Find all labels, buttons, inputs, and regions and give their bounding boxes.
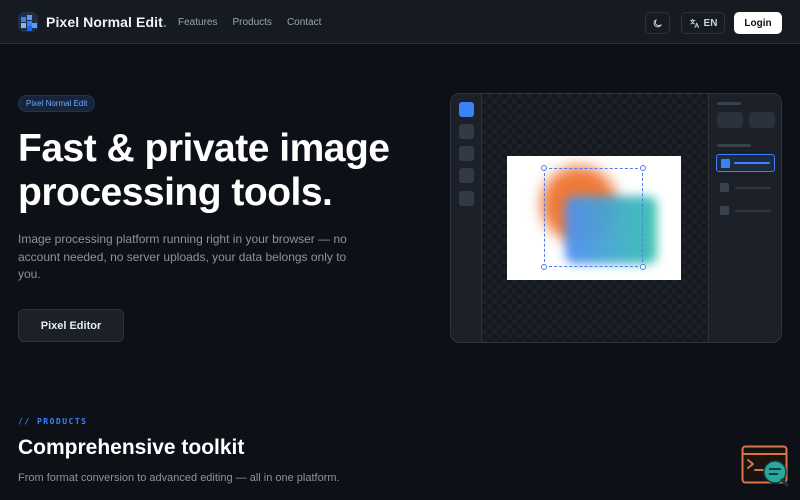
- selection-box: [541, 165, 646, 270]
- hero-description: Image processing platform running right …: [18, 232, 347, 281]
- chat-assistant-icon: [741, 445, 789, 487]
- resize-handle: [541, 165, 547, 171]
- pixel-logo-icon: [18, 12, 38, 32]
- chat-assistant-button[interactable]: [741, 445, 790, 487]
- resize-handle: [640, 264, 646, 270]
- property-card: [749, 112, 775, 128]
- brand-name: Pixel Normal Edit.: [46, 14, 167, 30]
- panel-heading-line: [717, 102, 741, 105]
- select-tool-icon: [459, 102, 474, 117]
- pixel-editor-button[interactable]: Pixel Editor: [18, 309, 124, 342]
- login-button[interactable]: Login: [734, 12, 782, 34]
- nav-link-features[interactable]: Features: [178, 17, 217, 28]
- section-subtitle: From format conversion to advanced editi…: [18, 472, 340, 484]
- section-eyebrow: // PRODUCTS: [18, 417, 88, 426]
- section-title: Comprehensive toolkit: [18, 436, 245, 459]
- brand[interactable]: Pixel Normal Edit.: [18, 12, 167, 32]
- nav-links: Features Products Contact: [178, 17, 321, 28]
- theme-toggle-button[interactable]: [645, 12, 670, 34]
- layer-item-active: [716, 154, 775, 172]
- tool-sidebar: [451, 94, 482, 342]
- resize-handle: [640, 165, 646, 171]
- nav-link-products[interactable]: Products: [232, 17, 271, 28]
- language-label: EN: [703, 17, 718, 29]
- moon-icon: [653, 18, 662, 27]
- properties-panel: [708, 94, 781, 342]
- property-card: [717, 112, 743, 128]
- navbar: Pixel Normal Edit. Features Products Con…: [0, 0, 800, 44]
- language-button[interactable]: EN: [681, 12, 725, 34]
- nav-link-contact[interactable]: Contact: [287, 17, 321, 28]
- tool-icon: [459, 191, 474, 206]
- tool-icon: [459, 168, 474, 183]
- tool-icon: [459, 146, 474, 161]
- translate-icon: [689, 18, 699, 28]
- resize-handle: [541, 264, 547, 270]
- panel-heading-line: [717, 144, 751, 147]
- tool-icon: [459, 124, 474, 139]
- hero-title: Fast & private image processing tools.: [18, 127, 390, 214]
- hero-badge: Pixel Normal Edit: [18, 95, 96, 112]
